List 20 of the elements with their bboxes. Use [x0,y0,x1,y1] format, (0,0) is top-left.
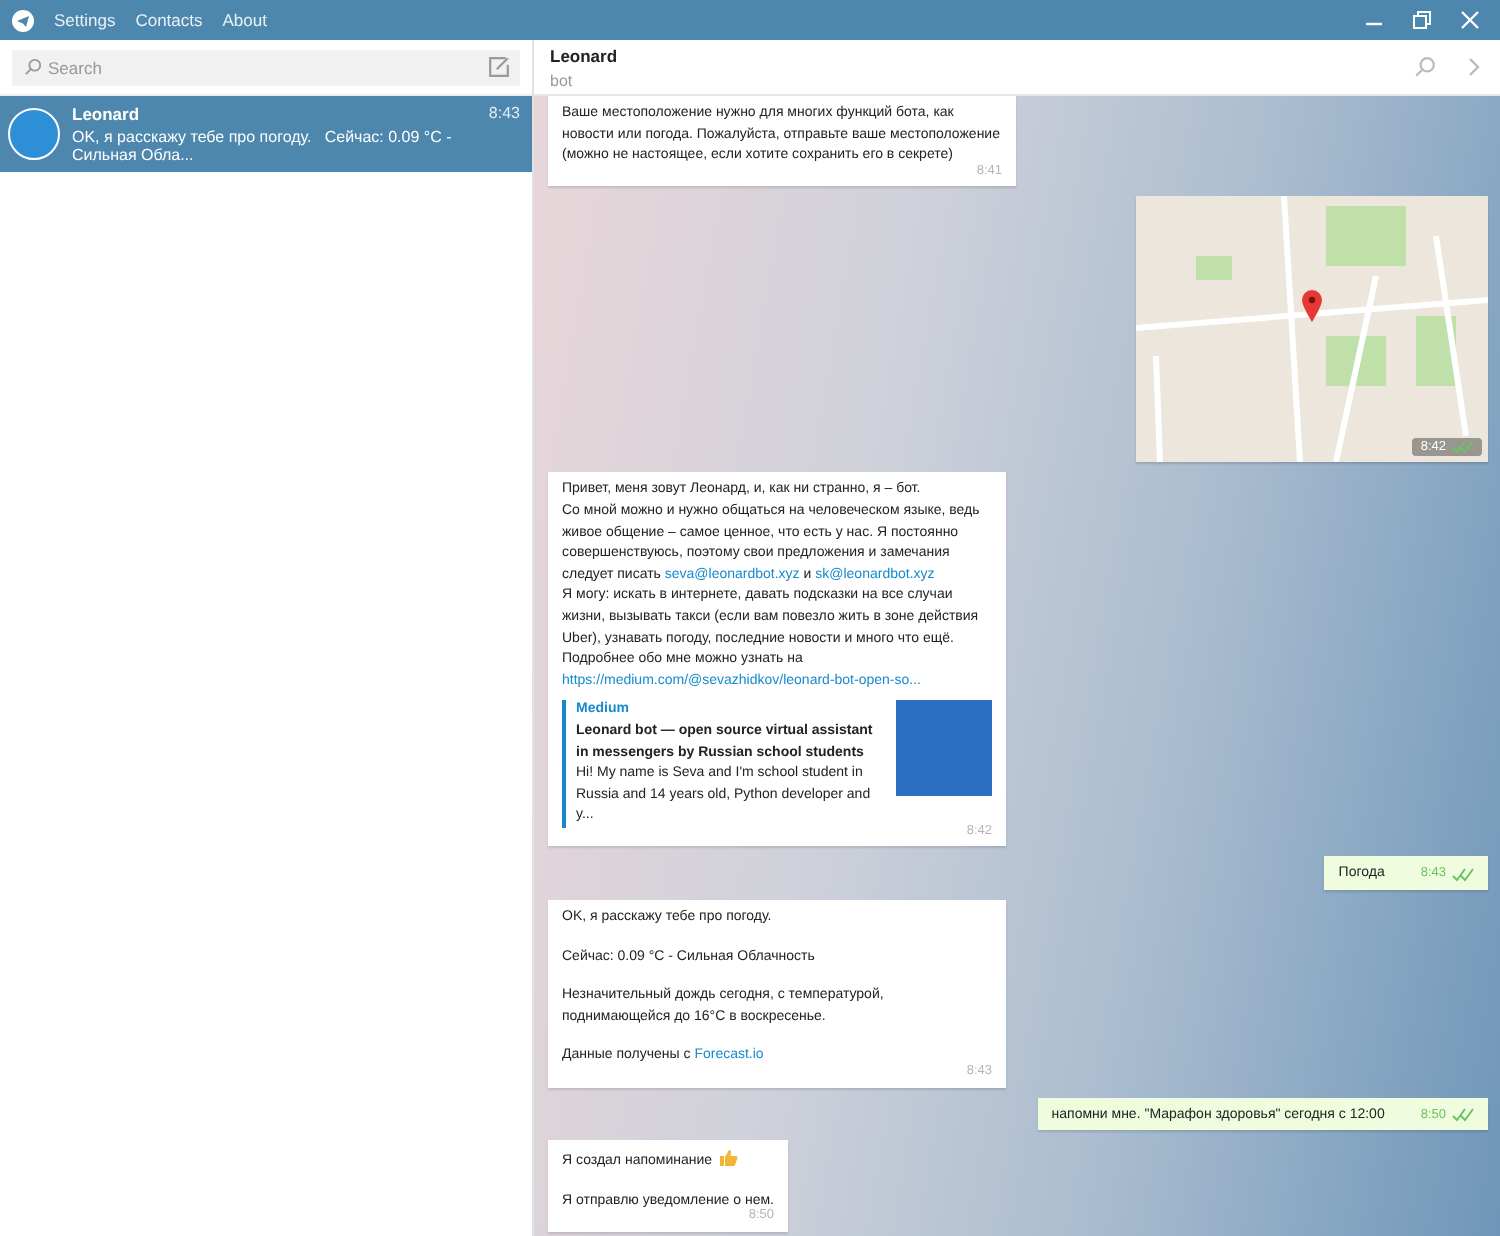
search-icon [24,58,42,76]
restore-icon [1412,10,1432,30]
chat-status: bot [550,71,575,89]
chat-time: 8:43 [488,104,520,124]
menu-item[interactable]: About [222,10,267,30]
search-field[interactable]: Search [12,49,520,85]
preview-image-placeholder [896,700,992,797]
chat-list-item[interactable]: Leonard 8:43 OK, я расскажу тебе про погоду. Сейчас: 0.09 °C - Сильная Обла... [0,96,532,172]
menu-item[interactable]: Contacts [135,10,203,30]
map-pin-icon [1300,288,1324,325]
chat-name: Leonard [72,104,140,124]
close-icon [1460,10,1480,30]
search-icon [1414,56,1436,78]
chat-title: Leonard [550,45,620,65]
chat-preview: OK, я расскажу тебе про погоду. Сейчас: 0.09 °C - Сильная Обла... [72,128,454,164]
compose-icon[interactable] [488,56,510,78]
paper-plane-icon[interactable] [12,9,34,31]
chevron-right-icon [1464,56,1484,78]
avatar [8,108,60,160]
menu-item[interactable]: Settings [54,10,116,30]
